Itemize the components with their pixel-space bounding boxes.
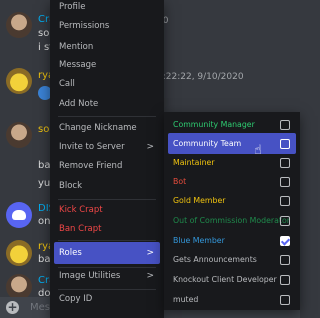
role-checkbox[interactable] [280, 120, 290, 130]
menu-item-label: Profile [59, 2, 86, 12]
menu-item-image-utilities[interactable]: Image Utilities > [54, 265, 160, 287]
role-item-gets-announcements[interactable]: Gets Announcements [168, 249, 296, 270]
user-context-menu: Profile Permissions Mention Message Call… [50, 0, 164, 318]
role-item-blue-member[interactable]: Blue Member [168, 230, 296, 251]
avatar[interactable] [6, 12, 32, 38]
role-checkbox[interactable] [280, 158, 290, 168]
menu-item-label: Block [59, 181, 82, 191]
role-label: Knockout Client Developer [173, 275, 277, 284]
menu-item-label: Ban Crapt [59, 224, 102, 234]
role-label: Out of Commission Moderator [173, 216, 290, 225]
menu-item-label: Remove Friend [59, 161, 123, 171]
role-item-gold-member[interactable]: Gold Member [168, 190, 296, 211]
menu-item-add-note[interactable]: Add Note [54, 93, 160, 115]
menu-item-label: Add Note [59, 99, 99, 109]
role-item-knockout-client-developer[interactable]: Knockout Client Developer [168, 269, 296, 290]
menu-item-roles[interactable]: Roles > [54, 242, 160, 264]
role-checkbox[interactable] [280, 139, 290, 149]
chevron-right-icon: > [146, 248, 154, 258]
menu-item-label: Invite to Server [59, 142, 125, 152]
role-item-out-of-commission-moderator[interactable]: Out of Commission Moderator [168, 210, 296, 231]
role-checkbox[interactable] [280, 255, 290, 265]
role-checkbox[interactable] [280, 177, 290, 187]
avatar[interactable] [6, 240, 32, 266]
menu-item-remove-friend[interactable]: Remove Friend [54, 155, 160, 177]
role-item-bot[interactable]: Bot [168, 171, 296, 192]
role-checkbox[interactable] [280, 216, 290, 226]
menu-item-label: Roles [59, 248, 82, 258]
menu-item-label: Call [59, 79, 75, 89]
menu-item-label: Permissions [59, 21, 110, 31]
menu-item-label: Image Utilities [59, 271, 121, 281]
menu-item-label: Copy ID [59, 294, 93, 304]
role-label: Maintainer [173, 158, 215, 167]
chevron-right-icon: > [146, 271, 154, 281]
menu-separator [58, 240, 156, 241]
menu-item-label: Change Nickname [59, 123, 137, 133]
role-label: Blue Member [173, 236, 225, 245]
role-item-maintainer[interactable]: Maintainer [168, 152, 296, 173]
role-label: Community Team [173, 139, 242, 148]
avatar[interactable] [6, 202, 32, 228]
role-checkbox[interactable] [280, 236, 290, 246]
role-label: Community Manager [173, 120, 255, 129]
role-item-muted[interactable]: muted [168, 289, 296, 310]
menu-item-copy-id[interactable]: Copy ID [54, 288, 160, 310]
menu-item-ban[interactable]: Ban Crapt [54, 218, 160, 240]
plus-icon[interactable]: + [6, 301, 19, 314]
role-checkbox[interactable] [280, 196, 290, 206]
avatar[interactable] [6, 122, 32, 148]
role-checkbox[interactable] [280, 295, 290, 305]
role-label: Gets Announcements [173, 255, 257, 264]
role-label: Gold Member [173, 196, 226, 205]
role-label: muted [173, 295, 199, 304]
menu-item-label: Kick Crapt [59, 205, 103, 215]
menu-item-permissions[interactable]: Permissions [54, 15, 160, 37]
menu-item-block[interactable]: Block [54, 175, 160, 197]
role-checkbox[interactable] [280, 275, 290, 285]
avatar[interactable] [6, 68, 32, 94]
menu-item-call[interactable]: Call [54, 73, 160, 95]
discord-logo-icon [12, 210, 26, 220]
role-item-community-manager[interactable]: Community Manager [168, 114, 296, 135]
menu-item-label: Mention [59, 42, 94, 52]
chat-timestamp: 2:22:22, 9/10/2020 [157, 72, 244, 82]
role-item-community-team[interactable]: Community Team ☝ [168, 133, 296, 158]
roles-submenu: Community Manager Community Team ☝ Maint… [164, 112, 300, 310]
menu-item-label: Message [59, 60, 97, 70]
role-label: Bot [173, 177, 187, 186]
